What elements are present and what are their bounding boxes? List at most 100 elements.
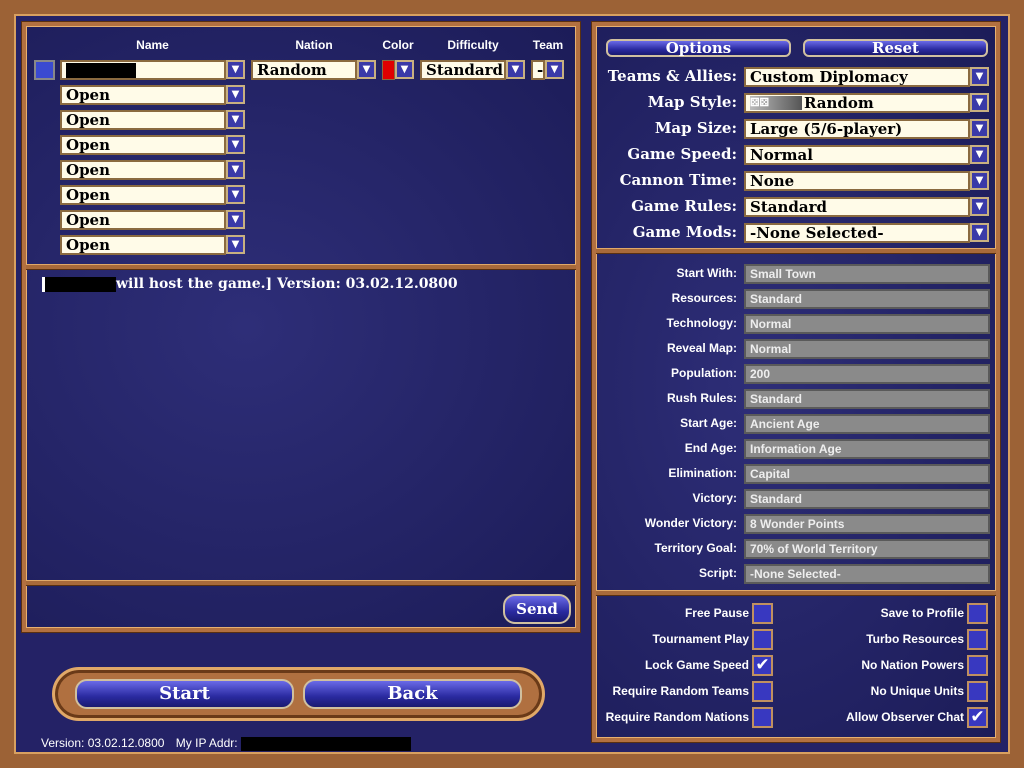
option-label: Map Style: [647, 93, 737, 111]
option-dropdown-arrow[interactable]: ▼ [970, 223, 989, 242]
open-slot-dropdown-arrow[interactable]: ▼ [226, 160, 245, 179]
start-button[interactable]: Start [75, 679, 294, 709]
option-label: Game Rules: [631, 197, 737, 215]
back-button[interactable]: Back [303, 679, 522, 709]
open-slot-dropdown[interactable]: Open [60, 110, 226, 130]
checkbox-label: Tournament Play [652, 632, 749, 646]
checkbox[interactable] [752, 681, 773, 702]
option-dropdown[interactable]: Large (5/6-player) [744, 119, 970, 139]
nation-dropdown-arrow[interactable]: ▼ [357, 60, 376, 79]
setting-value: Standard [744, 289, 990, 309]
setting-label: Start Age: [680, 416, 737, 430]
team-dropdown[interactable]: - [531, 60, 545, 80]
setting-value: -None Selected- [744, 564, 990, 584]
player-slot-color [34, 60, 55, 80]
color-dropdown-arrow[interactable]: ▼ [395, 60, 414, 79]
difficulty-dropdown[interactable]: Standard [420, 60, 506, 80]
open-slot-dropdown-arrow[interactable]: ▼ [226, 110, 245, 129]
setting-value: Normal [744, 314, 990, 334]
team-dropdown-arrow[interactable]: ▼ [545, 60, 564, 79]
option-dropdown-arrow[interactable]: ▼ [970, 171, 989, 190]
checkmark-icon: ✔ [755, 655, 770, 675]
reset-button[interactable]: Reset [803, 39, 988, 57]
open-slot-dropdown-arrow[interactable]: ▼ [226, 185, 245, 204]
checkbox[interactable] [967, 681, 988, 702]
redacted-player-name [42, 276, 116, 292]
chat-message: will host the game.] Version: 03.02.12.0… [116, 276, 458, 292]
header-color: Color [382, 38, 414, 52]
host-name-field[interactable] [60, 60, 226, 80]
open-slot-dropdown-arrow[interactable]: ▼ [226, 210, 245, 229]
setting-value: 200 [744, 364, 990, 384]
setting-label: Start With: [676, 266, 737, 280]
color-swatch[interactable] [382, 60, 395, 80]
checkbox[interactable] [967, 655, 988, 676]
checkbox[interactable] [752, 603, 773, 624]
checkbox[interactable]: ✔ [967, 707, 988, 728]
open-slot-dropdown-arrow[interactable]: ▼ [226, 235, 245, 254]
nation-dropdown[interactable]: Random [251, 60, 357, 80]
open-slot-dropdown[interactable]: Open [60, 235, 226, 255]
open-slot-dropdown[interactable]: Open [60, 135, 226, 155]
setting-label: End Age: [684, 441, 737, 455]
option-dropdown[interactable]: Custom Diplomacy [744, 67, 970, 87]
chat-input[interactable] [30, 590, 498, 624]
divider [26, 264, 576, 270]
option-dropdown[interactable]: Standard [744, 197, 970, 217]
open-slot-dropdown[interactable]: Open [60, 210, 226, 230]
setting-label: Victory: [692, 491, 737, 505]
setting-label: Technology: [666, 316, 737, 330]
option-dropdown[interactable]: -None Selected- [744, 223, 970, 243]
redacted-ip [240, 736, 411, 751]
ip-label: My IP Addr: [175, 736, 238, 750]
checkbox[interactable] [752, 707, 773, 728]
option-label: Map Size: [654, 119, 737, 137]
footer: Version: 03.02.12.0800 My IP Addr: [41, 736, 411, 751]
open-slot-dropdown-arrow[interactable]: ▼ [226, 85, 245, 104]
option-dropdown[interactable]: Normal [744, 145, 970, 165]
version-text: Version: 03.02.12.0800 [41, 736, 165, 750]
open-slot-dropdown-arrow[interactable]: ▼ [226, 135, 245, 154]
option-label: Cannon Time: [619, 171, 737, 189]
dice-icon: ⚄⚄ [750, 96, 802, 110]
option-dropdown-arrow[interactable]: ▼ [970, 67, 989, 86]
redacted-name [66, 63, 136, 78]
difficulty-dropdown-arrow[interactable]: ▼ [506, 60, 525, 79]
setting-value: Normal [744, 339, 990, 359]
option-dropdown[interactable]: ⚄⚄ Random [744, 93, 970, 113]
checkbox-label: Require Random Teams [612, 684, 749, 698]
setting-label: Territory Goal: [654, 541, 737, 555]
checkbox-label: Turbo Resources [866, 632, 964, 646]
open-slot-dropdown[interactable]: Open [60, 160, 226, 180]
checkbox[interactable] [752, 629, 773, 650]
divider [26, 580, 576, 586]
options-tab-button[interactable]: Options [606, 39, 791, 57]
option-dropdown[interactable]: None [744, 171, 970, 191]
option-dropdown-arrow[interactable]: ▼ [970, 145, 989, 164]
setting-label: Elimination: [668, 466, 737, 480]
name-dropdown-arrow[interactable]: ▼ [226, 60, 245, 79]
option-label: Game Speed: [627, 145, 737, 163]
setting-value: 70% of World Territory [744, 539, 990, 559]
setting-label: Script: [698, 566, 737, 580]
send-button[interactable]: Send [503, 594, 571, 624]
checkbox-label: Allow Observer Chat [845, 710, 964, 724]
checkbox-label: Save to Profile [880, 606, 964, 620]
setting-value: Ancient Age [744, 414, 990, 434]
option-label: Game Mods: [632, 223, 737, 241]
option-dropdown-arrow[interactable]: ▼ [970, 93, 989, 112]
header-difficulty: Difficulty [447, 38, 499, 52]
checkbox-label: Require Random Nations [605, 710, 749, 724]
checkbox[interactable]: ✔ [752, 655, 773, 676]
divider [596, 248, 996, 254]
setting-value: Information Age [744, 439, 990, 459]
checkmark-icon: ✔ [970, 707, 985, 727]
option-dropdown-arrow[interactable]: ▼ [970, 197, 989, 216]
open-slot-dropdown[interactable]: Open [60, 185, 226, 205]
checkbox[interactable] [967, 629, 988, 650]
checkbox[interactable] [967, 603, 988, 624]
open-slot-dropdown[interactable]: Open [60, 85, 226, 105]
setting-value: Standard [744, 489, 990, 509]
setting-label: Reveal Map: [666, 341, 737, 355]
option-dropdown-arrow[interactable]: ▼ [970, 119, 989, 138]
